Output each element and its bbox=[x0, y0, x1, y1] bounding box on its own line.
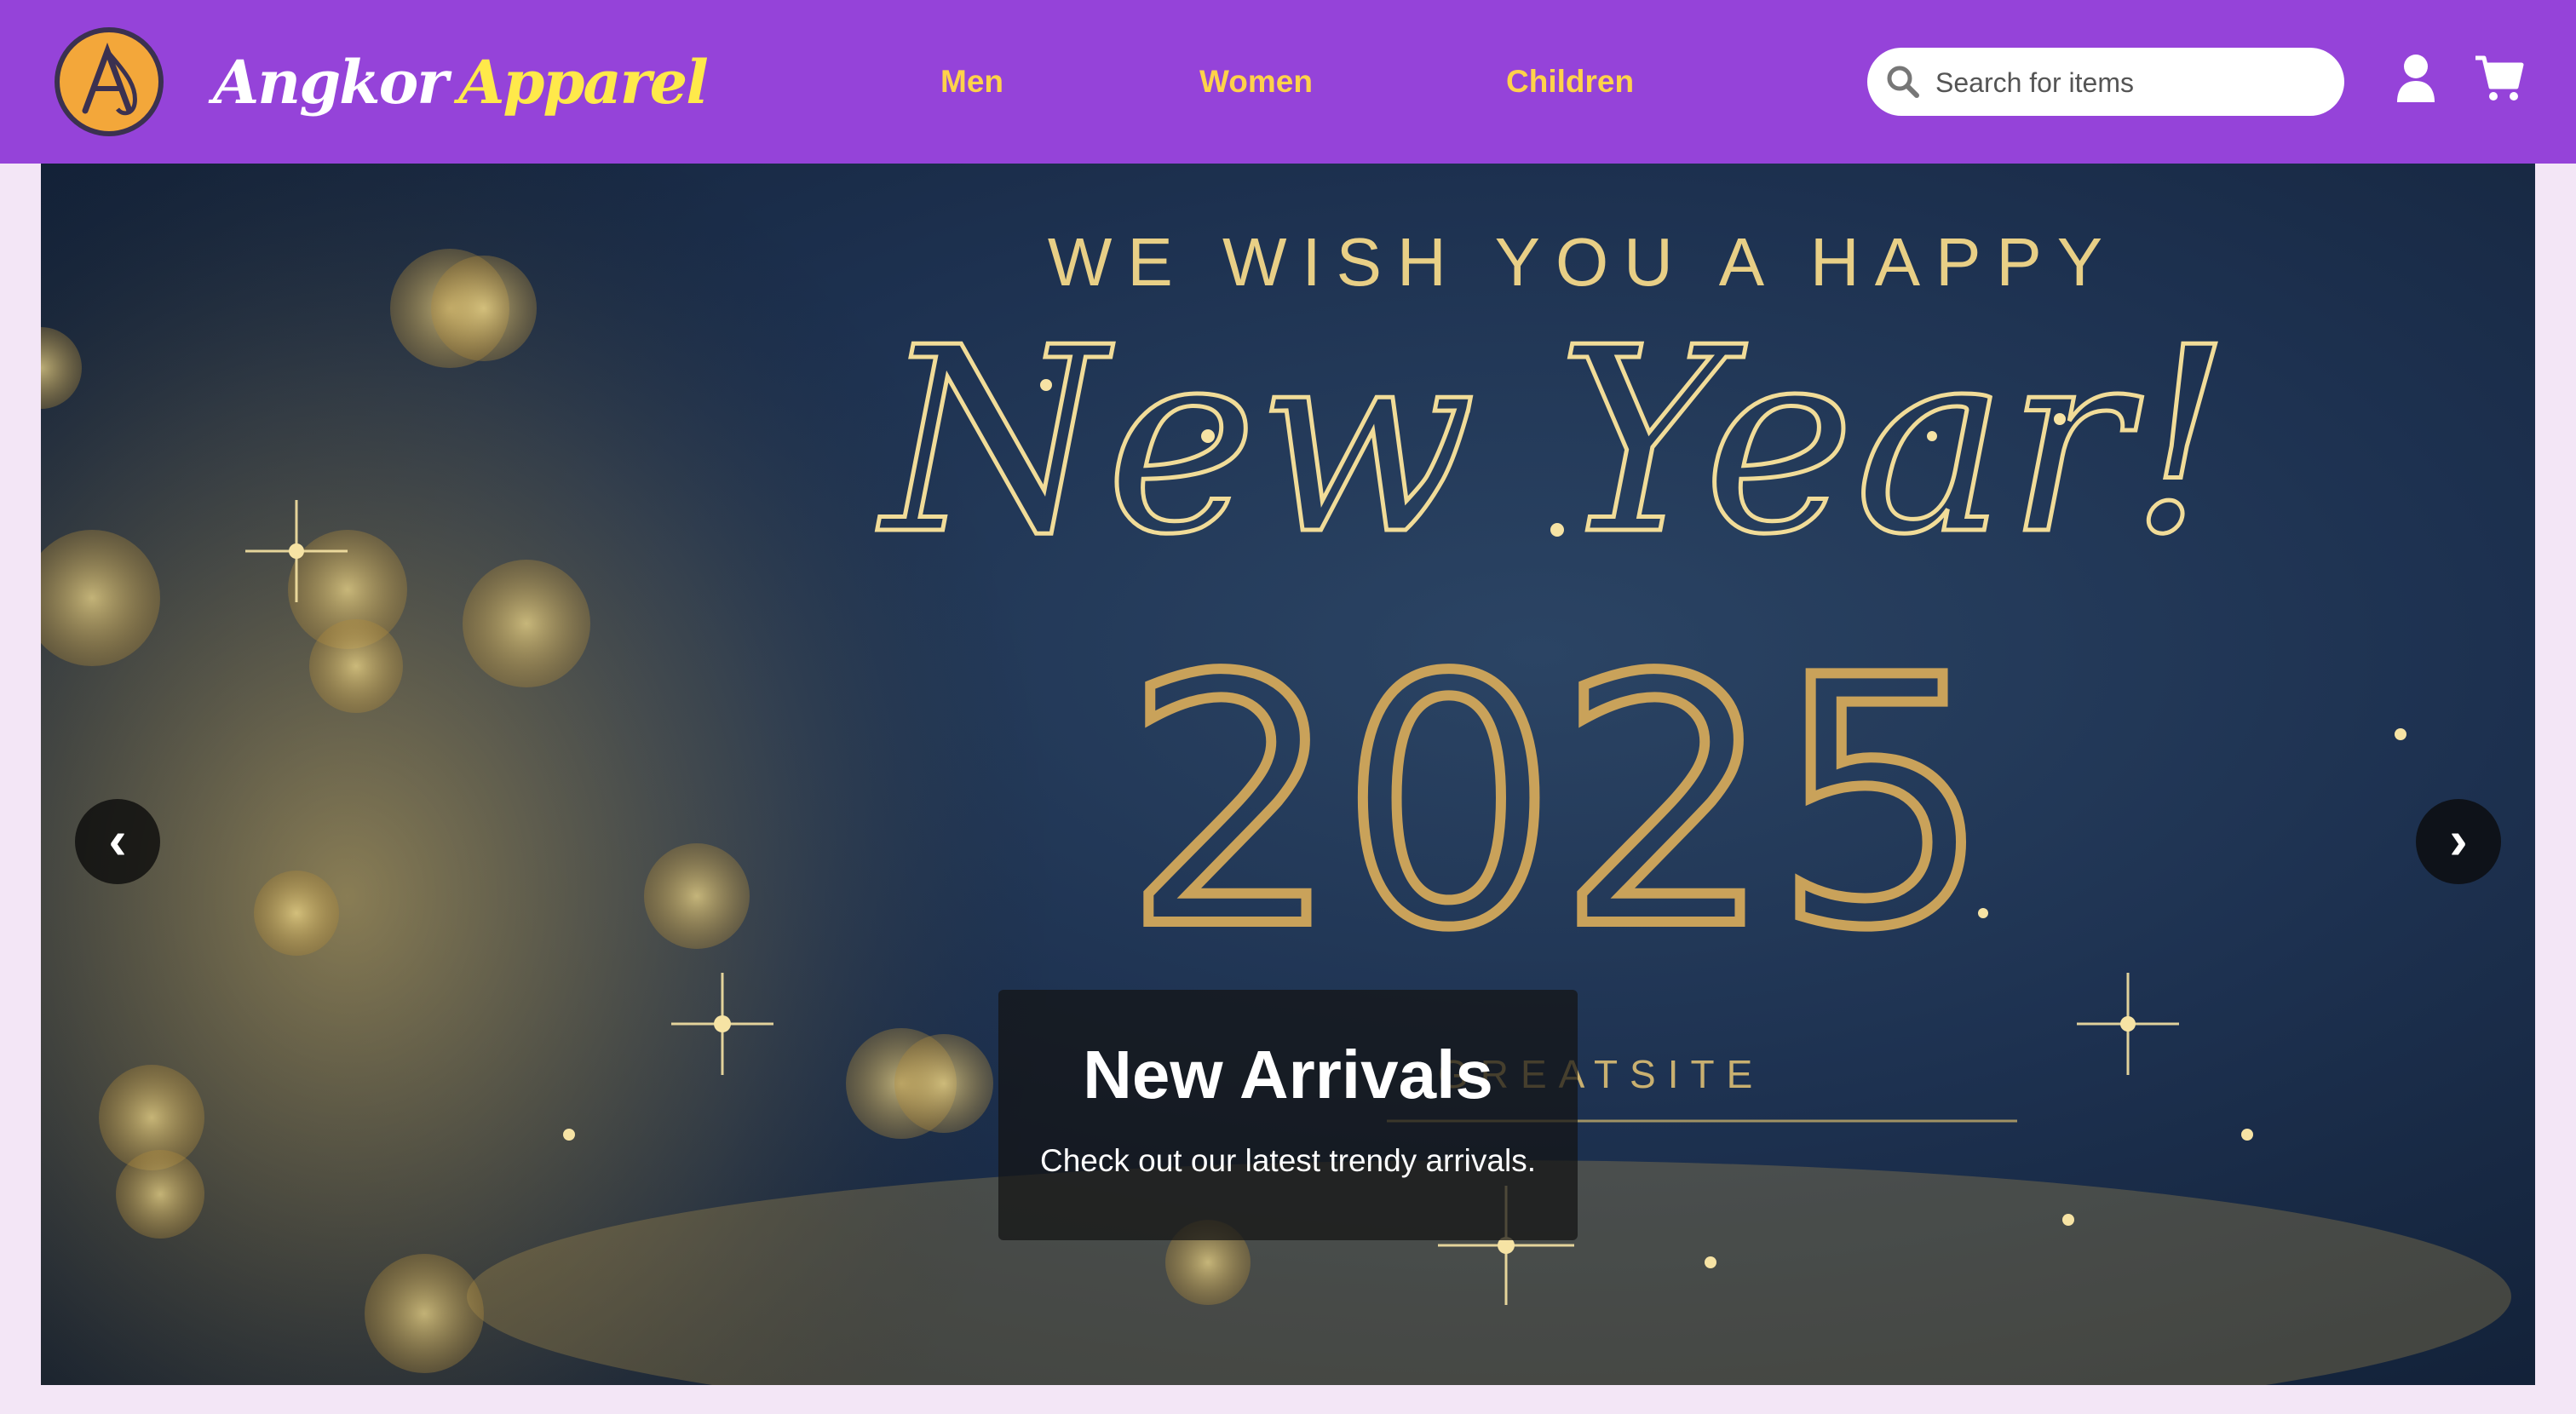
brand-name[interactable]: Angkor Apparel bbox=[213, 36, 709, 129]
site-header: Angkor Apparel Men Women Children bbox=[0, 0, 2576, 164]
nav-link-children[interactable]: Children bbox=[1506, 56, 1634, 107]
carousel-prev-button[interactable]: ‹ bbox=[75, 799, 160, 884]
nav-link-women[interactable]: Women bbox=[1199, 56, 1313, 107]
user-icon[interactable] bbox=[2395, 53, 2436, 104]
brand-name-part1: Angkor bbox=[213, 47, 448, 118]
hero-script-text: New Year! bbox=[874, 293, 2232, 590]
hero-tagline: WE WISH YOU A HAPPY bbox=[1047, 224, 2119, 300]
carousel-next-button[interactable]: › bbox=[2416, 799, 2501, 884]
brand-name-part2: Apparel bbox=[458, 47, 709, 118]
carousel-caption: New Arrivals Check out our latest trendy… bbox=[998, 990, 1578, 1240]
chevron-right-icon: › bbox=[2449, 809, 2468, 871]
nav-link-men[interactable]: Men bbox=[940, 56, 1003, 107]
hero-carousel: New Year! 2025 WE WISH YOU A HAPPY GREAT… bbox=[41, 164, 2535, 1385]
cart-icon[interactable] bbox=[2474, 53, 2525, 104]
search-icon bbox=[1887, 66, 1919, 98]
hero-year-text: 2025 bbox=[1124, 606, 1991, 1003]
caption-title: New Arrivals bbox=[1083, 1037, 1493, 1112]
chevron-left-icon: ‹ bbox=[108, 809, 127, 871]
angkor-a-logo-icon[interactable] bbox=[55, 27, 164, 136]
search-input[interactable] bbox=[1934, 56, 2320, 109]
caption-text: Check out our latest trendy arrivals. bbox=[1040, 1143, 1536, 1178]
search-box[interactable] bbox=[1867, 48, 2344, 116]
